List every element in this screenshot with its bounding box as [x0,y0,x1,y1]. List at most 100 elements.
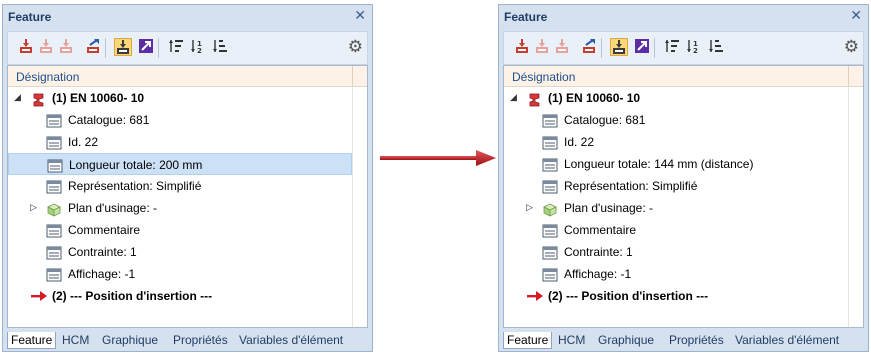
sort-down-icon[interactable] [211,38,229,56]
svg-text:2: 2 [197,47,202,54]
tab-variables-d-l-ment[interactable]: Variables d'élément [236,332,346,349]
gear-icon[interactable]: ⚙ [844,38,859,56]
feature-add-disabled-icon[interactable] [37,38,55,56]
sort-up-icon[interactable] [663,38,681,56]
tree-row-label: Longueur totale: 200 mm [69,158,203,172]
column-header-label: Désignation [512,70,576,84]
feature-edit-icon[interactable] [580,38,598,56]
feature-add-disabled-icon[interactable] [553,38,571,56]
property-icon [542,180,558,197]
tree-row-label: Plan d'usinage: - [68,201,158,215]
transition-arrow-icon [380,150,496,166]
column-header[interactable]: Désignation [8,66,367,87]
feature-active-icon[interactable] [610,38,628,56]
tree-row[interactable]: Représentation: Simplifié [504,175,848,197]
tree-row-label: Affichage: -1 [564,267,632,281]
tree-row[interactable]: Longueur totale: 200 mm [8,153,352,175]
collapse-triangle-icon[interactable]: ◢ [510,92,517,103]
tab-graphique[interactable]: Graphique [595,332,657,349]
tab-feature[interactable]: Feature [7,332,57,349]
tab-hcm[interactable]: HCM [555,332,588,349]
tree-row-label: Catalogue: 681 [564,113,646,127]
property-icon [542,246,558,263]
tree-row[interactable]: ◢ (1) EN 10060- 10 [8,87,352,109]
column-header-label: Désignation [16,70,80,84]
svg-text:2: 2 [693,47,698,54]
tree-row-label: Id. 22 [564,135,595,149]
expand-triangle-icon[interactable]: ▷ [526,202,533,213]
arrow-select-icon[interactable] [633,38,651,56]
collapse-triangle-icon[interactable]: ◢ [14,92,21,103]
tree-row[interactable]: ▷ Plan d'usinage: - [504,197,848,219]
tab-feature[interactable]: Feature [503,332,553,349]
tree-row[interactable]: (2) --- Position d'insertion --- [504,285,848,307]
tab-propri-t-s[interactable]: Propriétés [170,332,231,349]
tree-row-label: Contrainte: 1 [68,245,137,259]
tree-row[interactable]: Commentaire [504,219,848,241]
tab-graphique[interactable]: Graphique [99,332,161,349]
panel-title: Feature [504,10,548,24]
feature-add-icon[interactable] [17,38,35,56]
feature-add-icon[interactable] [513,38,531,56]
toolbar: 1 2 ⚙ [503,31,864,65]
title-bar: Feature ✕ [3,5,372,27]
tree-row[interactable]: Contrainte: 1 [8,241,352,263]
tree-row[interactable]: Contrainte: 1 [504,241,848,263]
sort-number-icon[interactable]: 12 [189,38,207,56]
feature-add-disabled-icon[interactable] [57,38,75,56]
column-header[interactable]: Désignation [504,66,863,87]
toolbar: 1 2 ⚙ [7,31,368,65]
tree-row[interactable]: Id. 22 [8,131,352,153]
property-icon [542,268,558,285]
tab-variables-d-l-ment[interactable]: Variables d'élément [732,332,842,349]
tree-row[interactable]: Longueur totale: 144 mm (distance) [504,153,848,175]
tree-row[interactable]: (2) --- Position d'insertion --- [8,285,352,307]
feature-add-disabled-icon[interactable] [533,38,551,56]
tree-row-label: Catalogue: 681 [68,113,150,127]
gear-icon[interactable]: ⚙ [348,38,363,56]
sort-number-icon[interactable]: 12 [685,38,703,56]
tab-hcm[interactable]: HCM [59,332,92,349]
tree-row[interactable]: ◢ (1) EN 10060- 10 [504,87,848,109]
tree-row[interactable]: Catalogue: 681 [8,109,352,131]
feature-edit-icon[interactable] [84,38,102,56]
tree-row[interactable]: Représentation: Simplifié [8,175,352,197]
toolbar-separator [158,38,159,58]
close-icon[interactable]: ✕ [850,7,862,24]
expand-triangle-icon[interactable]: ▷ [30,202,37,213]
toolbar-separator [654,38,655,58]
sort-down-icon[interactable] [707,38,725,56]
tree-row-label: (2) --- Position d'insertion --- [52,289,213,303]
tab-bar: Feature HCM Graphique Propriétés Variables d… [3,329,372,351]
property-icon [46,136,62,153]
property-icon [542,224,558,241]
property-icon [542,136,558,153]
feature-panel-before: Feature ✕ 1 2 ⚙ Désignation ◢ (1) EN 10060- 10 C… [2,4,373,352]
panel-title: Feature [8,10,52,24]
property-icon [46,224,62,241]
column-divider [352,86,353,327]
tab-propri-t-s[interactable]: Propriétés [666,332,727,349]
sort-up-icon[interactable] [167,38,185,56]
property-icon [46,180,62,197]
feature-active-icon[interactable] [114,38,132,56]
tree-row-label: Représentation: Simplifié [68,179,202,193]
tree-row[interactable]: ▷ Plan d'usinage: - [8,197,352,219]
tree-row[interactable]: Affichage: -1 [8,263,352,285]
tree-row[interactable]: Id. 22 [504,131,848,153]
property-icon [47,159,63,176]
tree-row-label: (1) EN 10060- 10 [548,91,641,105]
tree-row[interactable]: Commentaire [8,219,352,241]
close-icon[interactable]: ✕ [354,7,366,24]
tree-row-label: Commentaire [564,223,637,237]
property-icon [46,246,62,263]
tree-row[interactable]: Catalogue: 681 [504,109,848,131]
arrow-select-icon[interactable] [137,38,155,56]
tree-row-label: Longueur totale: 144 mm (distance) [564,157,754,171]
tree-row[interactable]: Affichage: -1 [504,263,848,285]
red-arrow-icon [30,290,48,305]
property-icon [542,114,558,131]
tree-row-label: (1) EN 10060- 10 [52,91,145,105]
property-icon [46,114,62,131]
tree-row-label: (2) --- Position d'insertion --- [548,289,709,303]
